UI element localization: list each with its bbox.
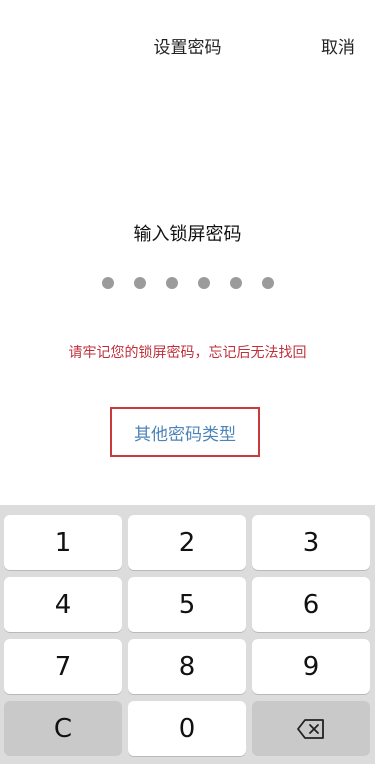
passcode-dot bbox=[101, 277, 114, 289]
key-8[interactable]: 8 bbox=[128, 639, 246, 694]
key-clear[interactable]: C bbox=[4, 701, 122, 756]
cancel-button[interactable]: 取消 bbox=[321, 33, 355, 58]
numeric-keypad: 1 2 3 4 5 6 7 8 9 C 0 bbox=[0, 505, 375, 764]
other-password-type-link[interactable]: 其他密码类型 bbox=[110, 407, 260, 457]
passcode-dot bbox=[261, 277, 274, 289]
passcode-dot bbox=[133, 277, 146, 289]
key-1[interactable]: 1 bbox=[4, 515, 122, 570]
warning-text: 请牢记您的锁屏密码，忘记后无法找回 bbox=[68, 345, 307, 361]
key-2[interactable]: 2 bbox=[128, 515, 246, 570]
key-3[interactable]: 3 bbox=[252, 515, 370, 570]
passcode-dot bbox=[197, 277, 210, 289]
passcode-dots bbox=[0, 277, 375, 289]
passcode-dot bbox=[229, 277, 242, 289]
key-9[interactable]: 9 bbox=[252, 639, 370, 694]
header: 设置密码 取消 bbox=[0, 0, 375, 90]
backspace-icon bbox=[297, 718, 324, 739]
page-title: 设置密码 bbox=[153, 38, 222, 58]
key-4[interactable]: 4 bbox=[4, 577, 122, 632]
passcode-prompt: 输入锁屏密码 bbox=[133, 224, 242, 245]
key-6[interactable]: 6 bbox=[252, 577, 370, 632]
passcode-dot bbox=[165, 277, 178, 289]
key-0[interactable]: 0 bbox=[128, 701, 246, 756]
key-5[interactable]: 5 bbox=[128, 577, 246, 632]
backspace-key[interactable] bbox=[252, 701, 370, 756]
key-7[interactable]: 7 bbox=[4, 639, 122, 694]
